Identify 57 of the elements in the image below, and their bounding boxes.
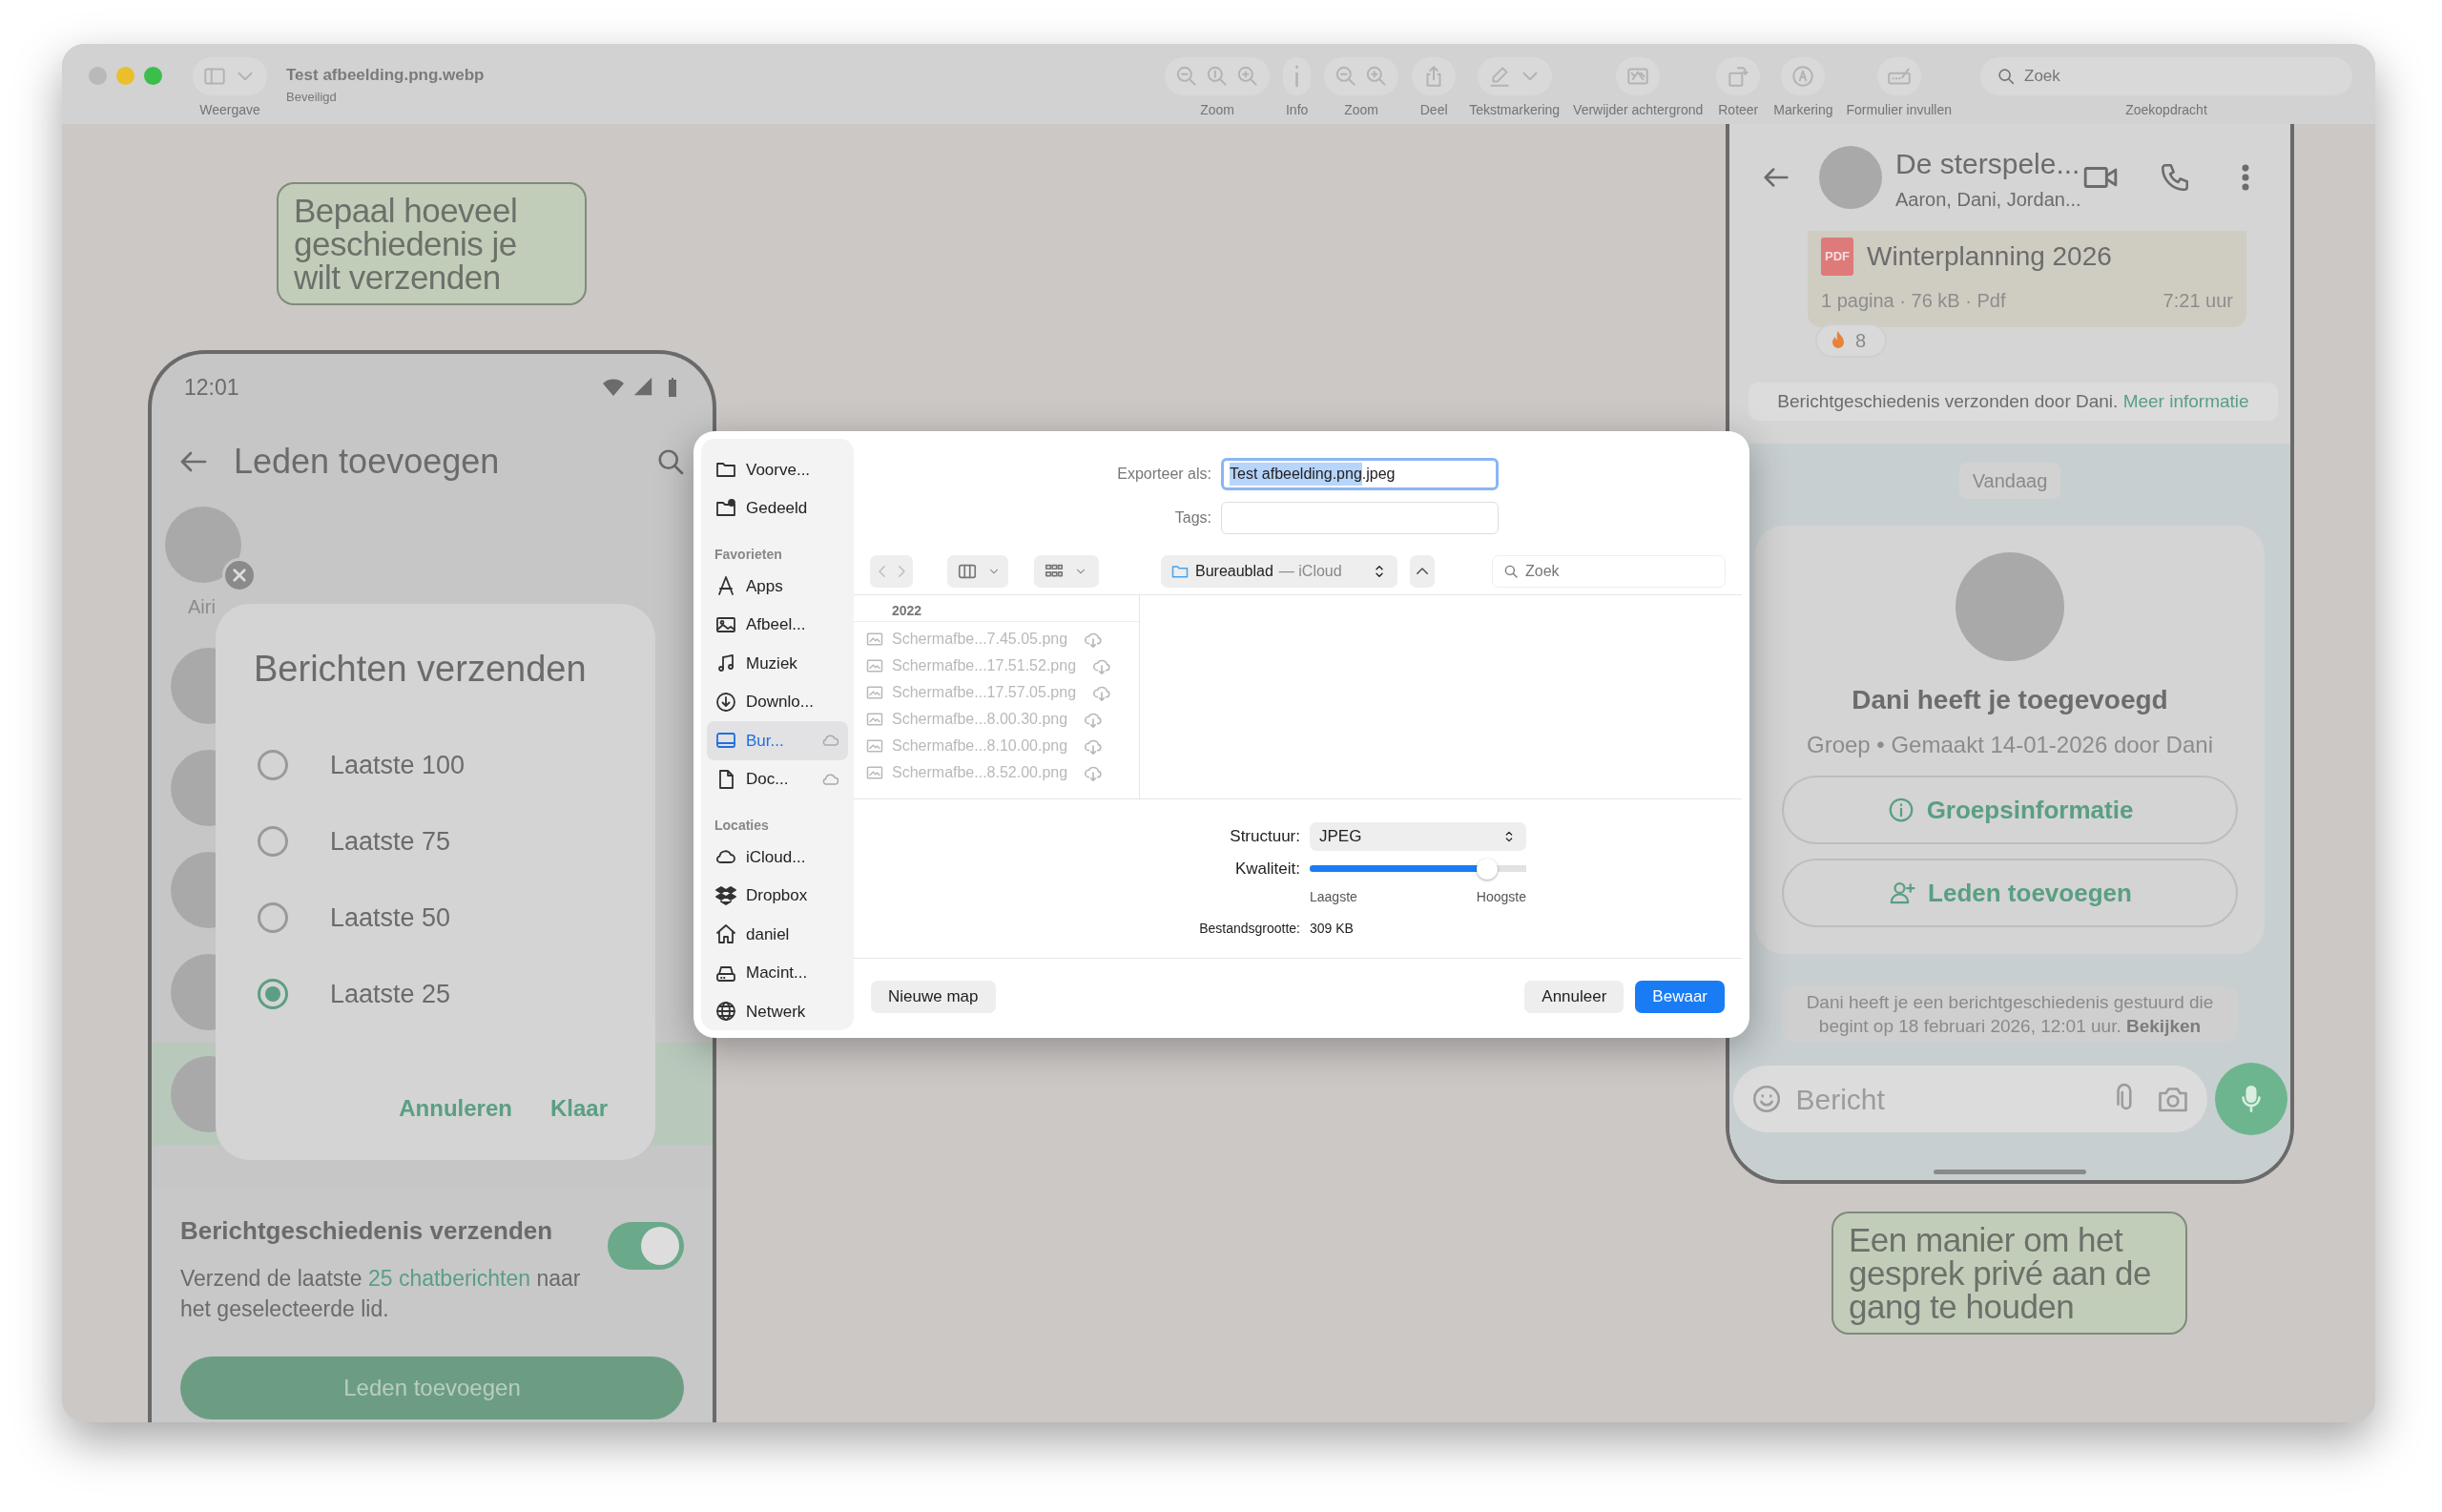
card-subtitle: Groep • Gemaakt 14-01-2026 door Dani <box>1807 731 2213 759</box>
toolbar-label: Roteer <box>1718 101 1759 119</box>
screen-title: Leden toevoegen <box>234 441 500 483</box>
file-size-value: 309 KB <box>1310 919 1355 938</box>
option-label: Kwaliteit: <box>1233 859 1300 880</box>
option-label: Structuur: <box>1229 826 1300 848</box>
option-label: Laatste 75 <box>330 825 451 858</box>
toolbar-label: Formulier invullen <box>1846 101 1952 119</box>
option-label: Laatste 100 <box>330 749 466 781</box>
caption-bubble: Een manier om het gesprek privé aan de gang te houden <box>1832 1212 2187 1335</box>
search-placeholder: Zoek <box>2024 66 2060 88</box>
file-row: Schermafbe...8.10.00.png <box>854 733 1139 759</box>
slider-max-label: Hoogste <box>1476 887 1526 906</box>
card-title: Dani heeft je toegevoegd <box>1852 684 2168 716</box>
toolbar-label: Tekstmarkering <box>1469 101 1561 119</box>
window-subtitle: Beveiligd <box>286 88 338 106</box>
option-label: Laatste 50 <box>330 901 451 934</box>
field-label: Exporteer als: <box>1116 465 1211 484</box>
toolbar-label: Info <box>1285 101 1309 119</box>
notice-text: Berichtgeschiedenis verzonden door Dani. Meer informatie <box>1777 389 2249 413</box>
description-text: Verzend de laatste 25 chatberichten naar het geselecteerde lid. <box>180 1265 581 1323</box>
pdf-badge: PDF <box>1821 238 1853 276</box>
history-notice: Dani heeft je een berichtgeschiedenis gestuurd die begint op 18 februari 2026, 12:01 uur. Bekijken <box>1782 986 2238 1042</box>
file-row: Schermafbe...17.51.52.png <box>854 652 1139 679</box>
search-placeholder: Zoek <box>1525 562 1560 581</box>
document-meta: 1 pagina · 76 kB · Pdf <box>1821 289 2006 313</box>
message-placeholder: Bericht <box>1795 1082 1885 1117</box>
chat-members: Aaron, Dani, Jordan... <box>1895 187 2081 212</box>
option-label: Laatste 25 <box>330 978 451 1010</box>
toolbar-label: Zoom <box>1344 101 1379 119</box>
toolbar-label: Zoekopdracht <box>2125 101 2207 119</box>
toolbar-label: Weergave <box>199 101 260 119</box>
file-row: Schermafbe...7.45.05.png <box>854 626 1139 652</box>
file-row: Schermafbe...8.52.00.png <box>854 759 1139 786</box>
contact-name: Airi <box>188 595 217 619</box>
chat-title: De sterspele... <box>1895 146 2081 181</box>
status-time: 12:01 <box>184 373 239 402</box>
file-row: Schermafbe...17.57.05.png <box>854 679 1139 706</box>
toolbar-label: Verwijder achtergrond <box>1573 101 1704 119</box>
dialog-title: Berichten verzenden <box>254 648 588 691</box>
sidebar-section-label: Locaties <box>714 817 770 835</box>
toolbar-label: Markering <box>1773 101 1833 119</box>
caption-bubble: Bepaal hoeveel geschiedenis je wilt verzenden <box>277 182 587 305</box>
section-title: Berichtgeschiedenis verzenden <box>180 1215 554 1247</box>
file-row: Schermafbe...8.00.30.png <box>854 706 1139 733</box>
sidebar-section-label: Favorieten <box>714 546 783 564</box>
document-title: Winterplanning 2026 <box>1867 240 2112 273</box>
slider-min-label: Laagste <box>1310 887 1357 906</box>
window-title: Test afbeelding.png.webp <box>286 65 485 86</box>
reaction-count: 8 <box>1855 329 1867 353</box>
option-label: Bestandsgrootte: <box>1198 919 1300 938</box>
group-header: 2022 <box>892 603 922 618</box>
toolbar-label: Zoom <box>1200 101 1235 119</box>
message-time: 7:21 uur <box>2163 289 2233 313</box>
field-label: Tags: <box>1173 508 1211 528</box>
date-chip: Vandaag <box>1958 463 2061 499</box>
toolbar-label: Deel <box>1419 101 1448 119</box>
